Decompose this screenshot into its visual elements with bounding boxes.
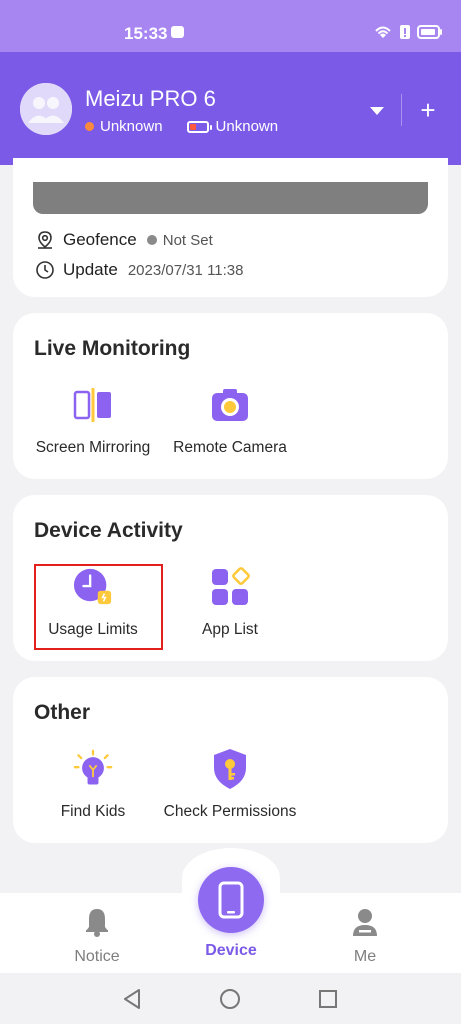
check-permissions-label: Check Permissions: [163, 803, 297, 820]
nav-device-button[interactable]: [198, 867, 264, 933]
home-icon[interactable]: [219, 988, 241, 1010]
geofence-row[interactable]: Geofence Not Set: [35, 230, 213, 250]
update-label: Update: [63, 260, 118, 279]
device-dropdown-icon[interactable]: [368, 104, 386, 118]
device-header: Meizu PRO 6 Unknown Unknown +: [0, 52, 461, 165]
nav-me[interactable]: Me: [320, 907, 410, 966]
highlight-box: [34, 564, 163, 650]
wifi-icon: [375, 26, 391, 38]
phone-icon: [218, 881, 244, 919]
nav-notice-label: Notice: [74, 948, 120, 965]
other-card: Other Find Kids Check Permissions: [13, 677, 448, 843]
nav-device-label: Device: [205, 942, 257, 959]
message-notification-icon: [171, 26, 184, 38]
alert-icon: [400, 25, 410, 39]
camera-icon: [212, 389, 248, 421]
geofence-label: Geofence: [63, 230, 137, 249]
status-icons: [373, 24, 443, 40]
low-battery-icon: [186, 120, 212, 133]
clock-icon: [36, 261, 54, 279]
geofence-status-dot: [146, 235, 157, 245]
device-activity-title: Device Activity: [34, 519, 183, 542]
back-icon[interactable]: [122, 988, 142, 1010]
location-status: Unknown: [100, 118, 163, 135]
family-avatar-icon: [20, 83, 72, 135]
other-title: Other: [34, 701, 91, 724]
device-info-card: Geofence Not Set Update 2023/07/31 11:38: [13, 158, 448, 297]
status-bar: 15:33: [0, 0, 461, 52]
remote-camera-label: Remote Camera: [173, 439, 287, 456]
shield-key-icon: [214, 749, 246, 789]
person-icon: [353, 909, 377, 936]
screen-mirroring-tile[interactable]: Screen Mirroring: [18, 385, 168, 457]
map-preview[interactable]: [33, 182, 428, 214]
status-time: 15:33: [124, 24, 168, 43]
system-nav-bar: [0, 973, 461, 1024]
avatar[interactable]: [20, 83, 72, 135]
header-divider: [401, 94, 402, 126]
device-status-row: Unknown Unknown: [85, 118, 278, 135]
update-row: Update 2023/07/31 11:38: [35, 260, 244, 280]
geofence-value-wrap: Not Set: [146, 231, 213, 249]
bell-icon: [86, 909, 108, 937]
battery-status-icon: [417, 25, 442, 39]
live-monitoring-title: Live Monitoring: [34, 337, 191, 360]
app-list-label: App List: [201, 621, 258, 638]
screen-mirroring-icon: [73, 388, 111, 422]
update-value: 2023/07/31 11:38: [127, 261, 244, 279]
recents-icon[interactable]: [318, 989, 338, 1009]
nav-me-label: Me: [353, 948, 377, 965]
device-activity-card: Device Activity Usage Limits App List: [13, 495, 448, 661]
nav-notice[interactable]: Notice: [52, 907, 142, 966]
screen-mirroring-label: Screen Mirroring: [35, 439, 151, 456]
find-kids-label: Find Kids: [60, 803, 126, 820]
device-name[interactable]: Meizu PRO 6: [85, 86, 216, 112]
live-monitoring-card: Live Monitoring Screen Mirroring Remote …: [13, 313, 448, 479]
lightbulb-icon: [73, 749, 113, 785]
add-device-button[interactable]: +: [414, 96, 442, 124]
check-permissions-tile[interactable]: Check Permissions: [155, 749, 305, 821]
location-pin-icon: [38, 231, 52, 249]
find-kids-tile[interactable]: Find Kids: [18, 749, 168, 821]
geofence-value: Not Set: [162, 231, 213, 249]
app-list-tile[interactable]: App List: [155, 567, 305, 639]
remote-camera-tile[interactable]: Remote Camera: [155, 385, 305, 457]
battery-status: Unknown: [215, 118, 279, 135]
location-status-dot: [85, 122, 94, 131]
app-grid-icon: [212, 567, 250, 605]
